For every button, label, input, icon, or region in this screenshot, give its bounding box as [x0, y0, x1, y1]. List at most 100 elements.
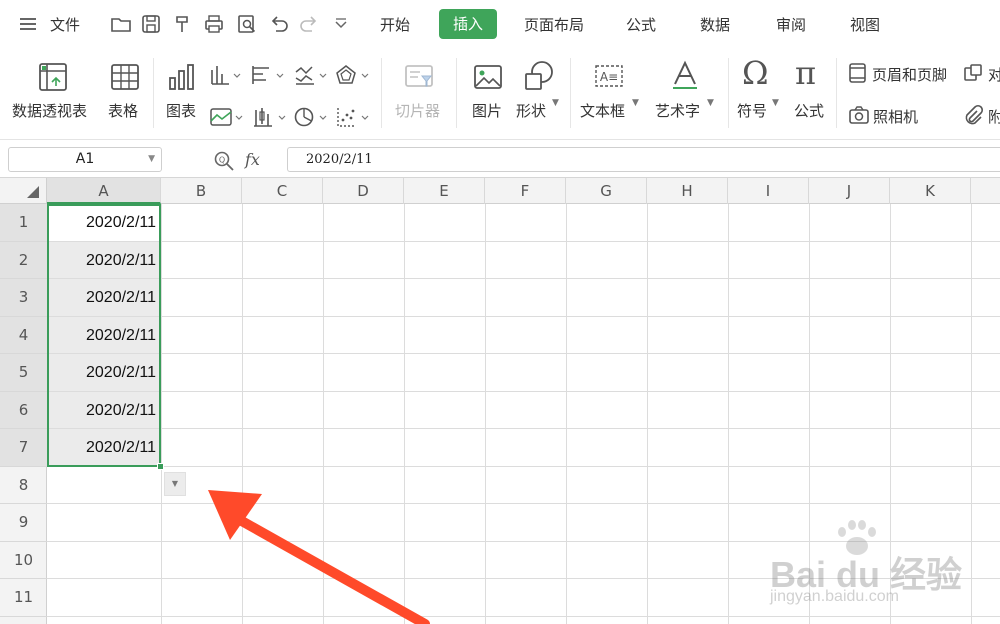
grid-line: [485, 204, 486, 624]
tab-view[interactable]: 视图: [850, 14, 880, 36]
stock-chart-icon[interactable]: [252, 106, 288, 128]
scatter-chart-icon[interactable]: [335, 106, 371, 128]
zoom-function-icon[interactable]: Q: [213, 150, 235, 172]
cell-a4[interactable]: 2020/2/11: [47, 316, 160, 354]
grid-line: [728, 204, 729, 624]
pie-chart-icon[interactable]: [293, 106, 329, 128]
ribbon-insert: 数据透视表 表格 图表 切片器 图片 形状 ▼ A≡ 文本框 ▼ 艺术字 ▼ Ω…: [0, 48, 1000, 140]
cell-a5[interactable]: 2020/2/11: [47, 354, 160, 392]
slicer-icon: [405, 65, 433, 87]
ribbon-separator: [836, 58, 837, 128]
column-header-g[interactable]: G: [566, 178, 647, 204]
hamburger-menu-icon[interactable]: [18, 13, 40, 35]
column-header-i[interactable]: I: [728, 178, 809, 204]
wordart-dropdown-icon[interactable]: ▼: [707, 98, 714, 108]
cell-a2[interactable]: 2020/2/11: [47, 241, 160, 279]
row-header-8[interactable]: 8: [0, 467, 47, 504]
grid-line: [47, 278, 1000, 279]
row-header-11[interactable]: 11: [0, 579, 47, 617]
radar-chart-icon[interactable]: [335, 64, 371, 86]
omega-icon: Ω: [742, 54, 769, 92]
print-icon[interactable]: [203, 13, 225, 35]
textbox-dropdown-icon[interactable]: ▼: [632, 98, 639, 108]
ribbon-separator: [570, 58, 571, 128]
column-header-a[interactable]: A: [47, 178, 161, 204]
row-header-3[interactable]: 3: [0, 279, 47, 317]
row-header-4[interactable]: 4: [0, 316, 47, 354]
ribbon-separator: [153, 58, 154, 128]
grid-line: [47, 390, 1000, 392]
cell-a3[interactable]: 2020/2/11: [47, 279, 160, 317]
wordart-icon: [673, 60, 697, 89]
grid-line: [566, 204, 567, 624]
column-header-h[interactable]: H: [647, 178, 728, 204]
object-label: 对: [988, 66, 1000, 84]
wordart-label: 艺术字: [655, 102, 701, 120]
picture-icon: [474, 65, 502, 89]
undo-icon[interactable]: [268, 13, 290, 35]
pivot-table-icon: [39, 63, 67, 91]
camera-icon: [849, 106, 869, 124]
tab-insert[interactable]: 插入: [439, 9, 498, 39]
column-header-e[interactable]: E: [404, 178, 485, 204]
camera-label: 照相机: [873, 108, 919, 126]
redo-icon[interactable]: [298, 13, 320, 35]
line-chart-icon[interactable]: [293, 64, 329, 86]
row-header-9[interactable]: 9: [0, 504, 47, 542]
symbol-dropdown-icon[interactable]: ▼: [772, 98, 779, 108]
cell-a6[interactable]: 2020/2/11: [47, 391, 160, 429]
row-header-5[interactable]: 5: [0, 354, 47, 392]
baidu-jingyan-watermark: Bai du 经验 jingyan.baidu.com: [770, 518, 1000, 608]
svg-text:A≡: A≡: [600, 70, 618, 84]
name-box[interactable]: A1 ▼: [8, 147, 162, 172]
row-header-10[interactable]: 10: [0, 542, 47, 579]
equation-label: 公式: [794, 102, 825, 120]
tab-home[interactable]: 开始: [380, 14, 410, 36]
column-header-d[interactable]: D: [323, 178, 404, 204]
cell-a1[interactable]: 2020/2/11: [47, 204, 160, 242]
insert-function-button[interactable]: fx: [245, 150, 260, 169]
formula-bar: A1 ▼ Q fx 2020/2/11: [0, 140, 1000, 178]
symbol-label: 符号: [737, 102, 768, 120]
shape-label: 形状: [516, 102, 547, 120]
column-header-k[interactable]: K: [890, 178, 971, 204]
format-painter-icon[interactable]: [172, 13, 194, 35]
tab-review[interactable]: 审阅: [776, 14, 806, 36]
column-header-b[interactable]: B: [161, 178, 242, 204]
print-preview-icon[interactable]: [236, 13, 258, 35]
open-folder-icon[interactable]: [110, 13, 132, 35]
row-header-2[interactable]: 2: [0, 241, 47, 279]
grid-line: [47, 465, 1000, 467]
tab-formulas[interactable]: 公式: [626, 14, 656, 36]
cell-a7[interactable]: 2020/2/11: [47, 429, 160, 467]
row-header-7[interactable]: 7: [0, 429, 47, 467]
pi-icon: π: [795, 54, 817, 92]
column-chart-icon[interactable]: [209, 64, 241, 86]
name-box-dropdown-icon[interactable]: ▼: [148, 148, 155, 171]
row-header-1[interactable]: 1: [0, 204, 47, 242]
paperclip-icon: [965, 104, 984, 125]
row-header-6[interactable]: 6: [0, 391, 47, 429]
slicer-label: 切片器: [395, 102, 441, 120]
column-header-f[interactable]: F: [485, 178, 566, 204]
shape-dropdown-icon[interactable]: ▼: [552, 98, 559, 108]
pivot-table-label: 数据透视表: [12, 102, 88, 120]
file-menu[interactable]: 文件: [50, 14, 80, 36]
ribbon-separator: [381, 58, 382, 128]
autofill-options-button[interactable]: ▼: [164, 472, 186, 496]
column-header-j[interactable]: J: [809, 178, 890, 204]
bar-chart-icon[interactable]: [250, 64, 286, 86]
column-header-c[interactable]: C: [242, 178, 323, 204]
attachment-label: 附: [988, 108, 1000, 126]
tab-page-layout[interactable]: 页面布局: [524, 14, 584, 36]
formula-input[interactable]: 2020/2/11: [287, 147, 1000, 172]
quick-access-dropdown-icon[interactable]: [330, 13, 352, 35]
grid-line: [647, 204, 648, 624]
save-icon[interactable]: [140, 13, 162, 35]
select-all-button[interactable]: [0, 178, 47, 204]
chart-label: 图表: [166, 102, 197, 120]
area-chart-icon[interactable]: [209, 106, 245, 128]
tab-data[interactable]: 数据: [700, 14, 730, 36]
fill-handle[interactable]: [157, 463, 164, 470]
textbox-label: 文本框: [580, 102, 626, 120]
